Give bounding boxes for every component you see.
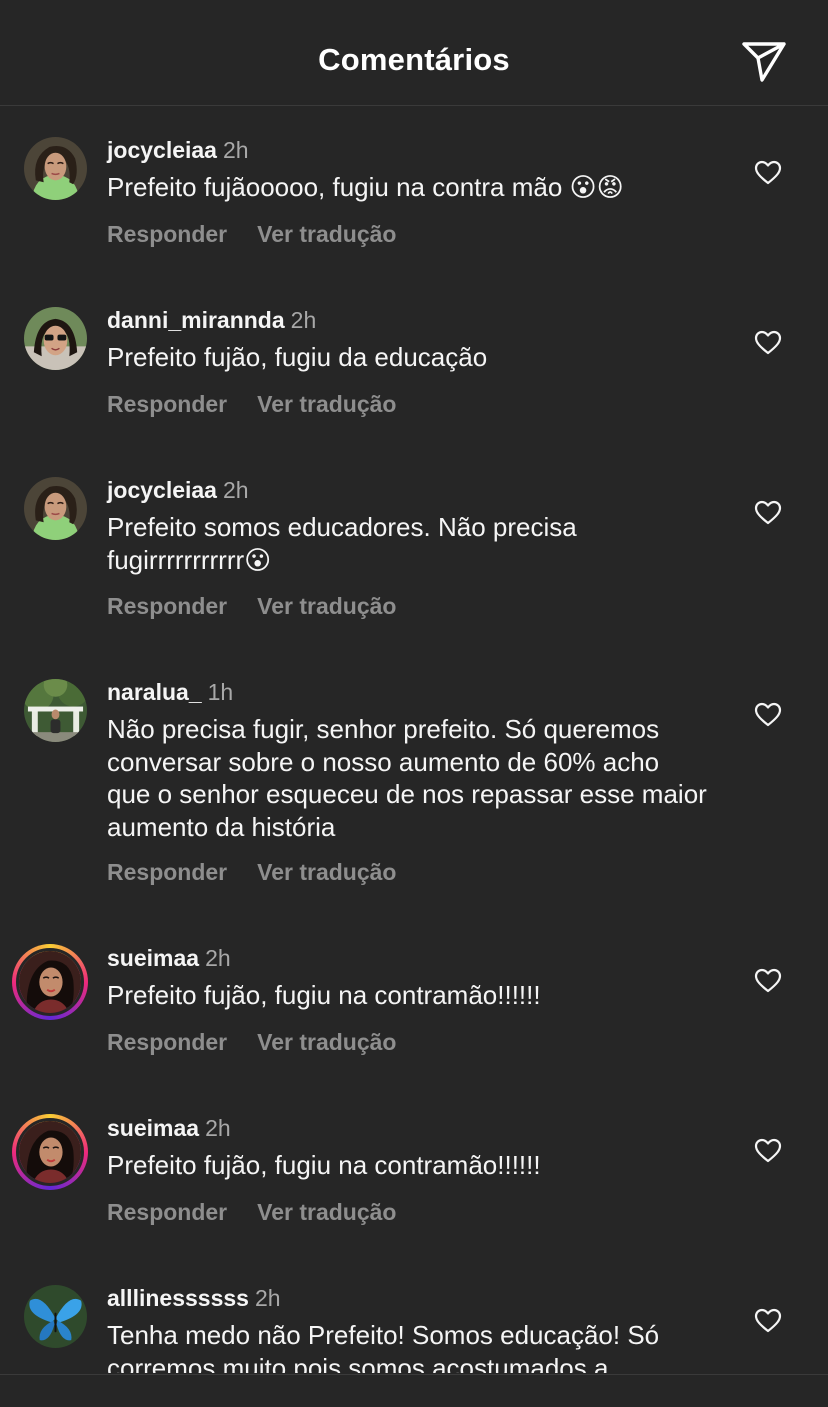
comment-item: alllinessssss 2h Tenha medo não Prefeito!…: [0, 1255, 828, 1373]
avatar[interactable]: [24, 1285, 87, 1348]
heart-outline-icon[interactable]: [754, 500, 782, 526]
translate-button[interactable]: Ver tradução: [257, 391, 396, 417]
comments-list[interactable]: jocycleiaa 2h Prefeito fujãooooo, fugiu n…: [0, 107, 828, 1373]
bottom-bar: [0, 1374, 828, 1407]
comment-item: sueimaa 2h Prefeito fujão, fugiu na contr…: [0, 915, 828, 1085]
reply-button[interactable]: Responder: [107, 391, 227, 417]
comment-item: jocycleiaa 2h Prefeito fujãooooo, fugiu n…: [0, 107, 828, 277]
avatar[interactable]: [24, 679, 87, 742]
heart-outline-icon[interactable]: [754, 968, 782, 994]
paper-plane-icon[interactable]: [740, 40, 788, 84]
heart-outline-icon[interactable]: [754, 702, 782, 728]
translate-button[interactable]: Ver tradução: [257, 1199, 396, 1225]
comment-timestamp: 2h: [222, 477, 249, 503]
comment-text: Prefeito fujão, fugiu na contramão!!!!!!: [107, 1150, 541, 1180]
comment-username[interactable]: danni_mirannda: [107, 307, 285, 333]
avatar[interactable]: [24, 307, 87, 370]
reply-button[interactable]: Responder: [107, 593, 227, 619]
reply-button[interactable]: Responder: [107, 221, 227, 247]
avatar-story-ring[interactable]: [12, 1114, 88, 1190]
park-photo-avatar: [24, 679, 87, 742]
heart-outline-icon[interactable]: [754, 160, 782, 186]
blue-butterfly-avatar: [24, 1285, 87, 1348]
comment-username[interactable]: sueimaa: [107, 1115, 199, 1141]
comment-username[interactable]: jocycleiaa: [107, 137, 217, 163]
comment-item: jocycleiaa 2h Prefeito somos educadores. …: [0, 447, 828, 649]
woman-portrait-avatar: [16, 1118, 84, 1186]
avatar-story-ring[interactable]: [12, 944, 88, 1020]
heart-outline-icon[interactable]: [754, 330, 782, 356]
astonished-face-emoji: 😮: [244, 545, 272, 576]
comment-text: Prefeito somos educadores. Não precisa f…: [107, 512, 577, 576]
reply-button[interactable]: Responder: [107, 859, 227, 885]
comment-timestamp: 2h: [205, 945, 231, 971]
translate-button[interactable]: Ver tradução: [257, 859, 396, 885]
comment-timestamp: 2h: [205, 1115, 231, 1141]
angry-face-emoji: 😡: [596, 173, 624, 203]
heart-outline-icon[interactable]: [754, 1308, 782, 1334]
comment-username[interactable]: naralua_: [107, 679, 202, 705]
comment-text: Prefeito fujão, fugiu da educação: [107, 342, 488, 372]
comment-text: Tenha medo não Prefeito! Somos educação!…: [107, 1320, 660, 1373]
woman-portrait-avatar: [16, 948, 84, 1016]
comment-item: sueimaa 2h Prefeito fujão, fugiu na contr…: [0, 1085, 828, 1255]
translate-button[interactable]: Ver tradução: [257, 1029, 396, 1055]
reply-button[interactable]: Responder: [107, 1029, 227, 1055]
comment-item: naralua_ 1h Não precisa fugir, senhor pre…: [0, 649, 828, 915]
comment-timestamp: 2h: [290, 307, 317, 333]
woman-portrait-avatar: [24, 477, 87, 540]
comment-timestamp: 1h: [207, 679, 234, 705]
translate-button[interactable]: Ver tradução: [257, 221, 396, 247]
comment-timestamp: 2h: [254, 1285, 281, 1311]
translate-button[interactable]: Ver tradução: [257, 593, 396, 619]
comment-text: Não precisa fugir, senhor prefeito. Só q…: [107, 714, 707, 842]
comment-text: Prefeito fujãooooo, fugiu na contra mão …: [107, 172, 624, 203]
avatar[interactable]: [24, 137, 87, 200]
avatar[interactable]: [24, 477, 87, 540]
comment-username[interactable]: alllinessssss: [107, 1285, 249, 1311]
woman-sunglasses-avatar: [24, 307, 87, 370]
page-title: Comentários: [318, 42, 510, 77]
woman-portrait-avatar: [24, 137, 87, 200]
astonished-face-emoji: 😮: [569, 173, 597, 203]
comment-username[interactable]: sueimaa: [107, 945, 199, 971]
comment-text: Prefeito fujão, fugiu na contramão!!!!!!: [107, 980, 541, 1010]
comment-timestamp: 2h: [222, 137, 249, 163]
reply-button[interactable]: Responder: [107, 1199, 227, 1225]
heart-outline-icon[interactable]: [754, 1138, 782, 1164]
comment-username[interactable]: jocycleiaa: [107, 477, 217, 503]
header: Comentários: [0, 0, 828, 106]
comment-item: danni_mirannda 2h Prefeito fujão, fugiu d…: [0, 277, 828, 447]
